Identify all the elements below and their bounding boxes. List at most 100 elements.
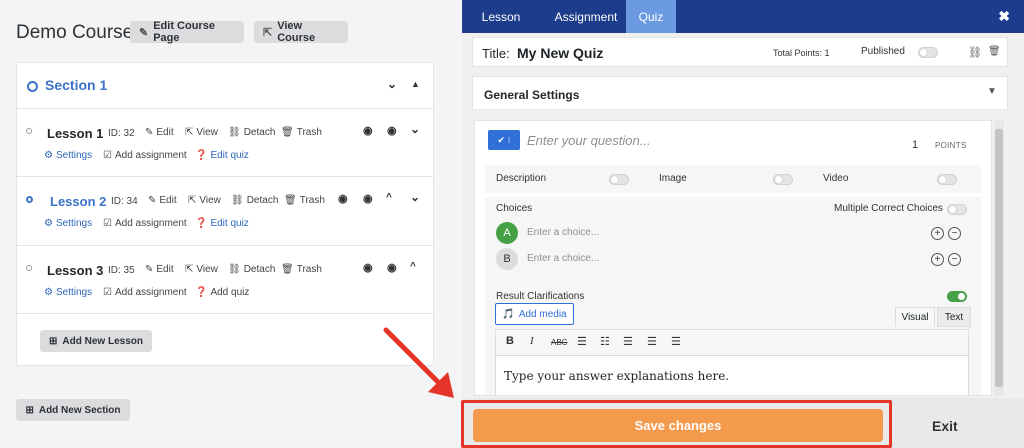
circle-up-icon[interactable]: ◉ [363, 261, 373, 274]
question-type-badge[interactable]: ✔ ⁝ [488, 130, 520, 150]
tab-assignment[interactable]: Assignment [540, 0, 632, 33]
scrollbar-thumb[interactable] [995, 129, 1003, 387]
tab-lesson[interactable]: Lesson [472, 0, 530, 33]
circle-up-icon[interactable]: ◉ [338, 192, 348, 205]
multiple-correct-toggle[interactable] [947, 204, 967, 215]
quiz-title-bar: Title: My New Quiz Total Points: 1 Publi… [472, 37, 1008, 67]
choice-avatar-correct[interactable]: A [496, 222, 518, 244]
trash-icon: 🗑 [284, 195, 297, 206]
chevron-down-icon[interactable]: ⌄ [387, 77, 397, 91]
align-left-icon[interactable]: ☰ [623, 335, 633, 348]
add-media-button[interactable]: 🎵 Add media [495, 303, 574, 325]
exit-button[interactable]: Exit [932, 418, 958, 434]
lesson-title[interactable]: Lesson 2 [50, 194, 106, 209]
circle-down-icon[interactable]: ◉ [387, 124, 397, 137]
bold-icon[interactable]: B [506, 335, 514, 347]
lesson-title[interactable]: Lesson 1 [47, 126, 103, 141]
tab-text[interactable]: Text [937, 307, 971, 327]
section-header[interactable]: Section 1 ⌄ ▲ [17, 63, 433, 109]
trash-icon: 🗑 [281, 264, 294, 275]
chevron-down-icon[interactable]: ⌄ [410, 122, 420, 136]
bullet-list-icon[interactable]: ☰ [577, 335, 587, 348]
lesson-view-link[interactable]: ⇱ View [185, 264, 218, 275]
lesson-trash-link[interactable]: 🗑 Trash [281, 264, 322, 275]
points-value[interactable]: 1 [912, 139, 918, 151]
quiz-link[interactable]: ❓ Edit quiz [195, 150, 249, 161]
video-toggle[interactable] [937, 174, 957, 185]
choice-input[interactable]: Enter a choice... [527, 253, 599, 264]
link-icon[interactable]: ⛓ [968, 46, 982, 59]
lesson-settings-link[interactable]: ⚙ Settings [44, 287, 92, 298]
trash-icon[interactable]: 🗑 [988, 46, 1001, 57]
add-new-section-button[interactable]: ⊞ Add New Section [16, 399, 130, 421]
circle-down-icon[interactable]: ◉ [363, 192, 373, 205]
question-input[interactable]: Enter your question... [527, 133, 651, 148]
chevron-up-icon[interactable]: ^ [386, 192, 392, 203]
view-label: View [199, 195, 221, 206]
quiz-link[interactable]: ❓ Add quiz [195, 287, 249, 298]
quiz-label: Edit quiz [210, 150, 249, 161]
add-choice-icon[interactable]: + [931, 227, 944, 240]
gear-icon: ⚙ [44, 150, 53, 161]
numbered-list-icon[interactable]: ☷ [600, 335, 610, 348]
description-toggle[interactable] [609, 174, 629, 185]
add-assignment-link[interactable]: ☑ Add assignment [103, 287, 187, 298]
add-assignment-link[interactable]: ☑ Add assignment [103, 150, 187, 161]
lesson-trash-link[interactable]: 🗑 Trash [281, 127, 322, 138]
circle-down-icon[interactable]: ◉ [387, 261, 397, 274]
chevron-down-icon[interactable]: ⌄ [410, 190, 420, 204]
tab-visual[interactable]: Visual [895, 307, 935, 327]
lesson-status-icon [26, 265, 32, 271]
lesson-trash-link[interactable]: 🗑 Trash [284, 195, 325, 206]
add-choice-icon[interactable]: + [931, 253, 944, 266]
result-clarifications-toggle[interactable] [947, 291, 967, 302]
detach-label: Detach [246, 195, 279, 206]
close-icon[interactable]: ✖ [998, 8, 1010, 25]
italic-icon[interactable]: I [530, 335, 534, 347]
view-course-button[interactable]: ⇱ View Course [254, 20, 348, 44]
published-toggle[interactable] [918, 47, 938, 58]
lesson-settings-link[interactable]: ⚙ Settings [44, 150, 92, 161]
add-assignment-link[interactable]: ☑ Add assignment [103, 218, 187, 229]
lesson-detach-link[interactable]: ⛓ Detach [228, 264, 275, 275]
lesson-id: ID: 34 [111, 196, 138, 207]
section-title[interactable]: Section 1 [45, 77, 107, 93]
video-label: Video [823, 173, 849, 184]
align-center-icon[interactable]: ☰ [647, 335, 657, 348]
lesson-edit-link[interactable]: ✎ Edit [145, 264, 174, 275]
quiz-label: Edit quiz [210, 218, 249, 229]
collapse-up-icon[interactable]: ▲ [411, 79, 420, 89]
lesson-detach-link[interactable]: ⛓ Detach [231, 195, 278, 206]
tab-quiz[interactable]: Quiz [626, 0, 676, 33]
caret-down-icon[interactable]: ▼ [987, 86, 997, 97]
quiz-link[interactable]: ❓ Edit quiz [195, 218, 249, 229]
lesson-view-link[interactable]: ⇱ View [188, 195, 221, 206]
trash-label: Trash [296, 264, 322, 275]
total-points: Total Points: 1 [773, 48, 830, 58]
edit-icon: ✎ [139, 26, 149, 39]
circle-up-icon[interactable]: ◉ [363, 124, 373, 137]
lesson-id: ID: 32 [108, 128, 135, 139]
remove-choice-icon[interactable]: − [948, 253, 961, 266]
lesson-detach-link[interactable]: ⛓ Detach [228, 127, 275, 138]
view-label: View [196, 127, 218, 138]
settings-label: Settings [55, 218, 93, 229]
edit-course-page-button[interactable]: ✎ Edit Course Page [130, 20, 244, 44]
answer-explanation-editor[interactable]: Type your answer explanations here. [495, 355, 969, 395]
chevron-up-icon[interactable]: ^ [410, 261, 416, 272]
strikethrough-icon[interactable]: ABC [551, 338, 567, 347]
lesson-settings-link[interactable]: ⚙ Settings [44, 218, 92, 229]
choice-avatar[interactable]: B [496, 248, 518, 270]
general-settings-bar[interactable]: General Settings ▼ [472, 76, 1008, 110]
remove-choice-icon[interactable]: − [948, 227, 961, 240]
lesson-title[interactable]: Lesson 3 [47, 263, 103, 278]
add-assignment-label: Add assignment [114, 287, 187, 298]
lesson-edit-link[interactable]: ✎ Edit [148, 195, 177, 206]
lesson-edit-link[interactable]: ✎ Edit [145, 127, 174, 138]
image-toggle[interactable] [773, 174, 793, 185]
lesson-view-link[interactable]: ⇱ View [185, 127, 218, 138]
align-right-icon[interactable]: ☰ [671, 335, 681, 348]
quiz-title-input[interactable]: My New Quiz [517, 45, 603, 61]
add-new-lesson-button[interactable]: ⊞ Add New Lesson [40, 330, 152, 352]
choice-input[interactable]: Enter a choice... [527, 227, 599, 238]
